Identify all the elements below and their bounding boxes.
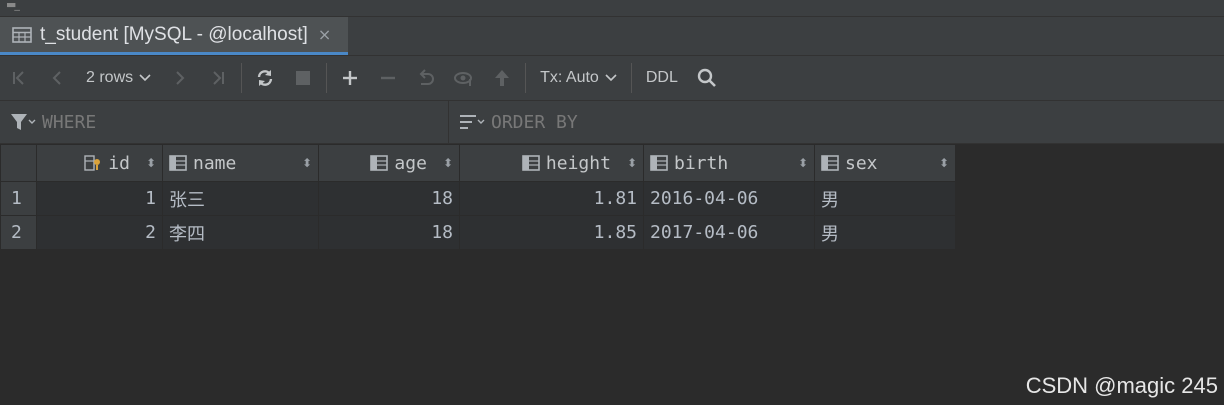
first-page-icon[interactable] bbox=[0, 56, 38, 100]
cell-name[interactable]: 张三 bbox=[162, 181, 319, 216]
sort-arrows-icon[interactable]: ⬍ bbox=[443, 156, 453, 170]
cell-height[interactable]: 1.81 bbox=[459, 181, 644, 216]
tab-title: t_student [MySQL - @localhost] bbox=[40, 23, 308, 45]
table-row: 1 1 张三 18 1.81 2016-04-06 男 bbox=[0, 181, 956, 216]
row-number[interactable]: 1 bbox=[0, 181, 37, 216]
column-name: birth bbox=[674, 152, 729, 174]
preview-pending-changes-icon[interactable] bbox=[445, 56, 483, 100]
toolbar-divider bbox=[241, 63, 243, 93]
sort-arrows-icon[interactable]: ⬍ bbox=[939, 156, 949, 170]
cell-sex[interactable]: 男 bbox=[814, 215, 956, 250]
column-header-birth[interactable]: birth ⬍ bbox=[643, 144, 815, 182]
column-header-id[interactable]: id ⬍ bbox=[36, 144, 163, 182]
stop-icon[interactable] bbox=[284, 56, 322, 100]
tab-t-student[interactable]: t_student [MySQL - @localhost] × bbox=[0, 17, 348, 55]
where-placeholder: WHERE bbox=[42, 111, 97, 133]
column-icon bbox=[522, 155, 540, 171]
ddl-button[interactable]: DDL bbox=[636, 56, 688, 100]
last-page-icon[interactable] bbox=[199, 56, 237, 100]
column-name: name bbox=[193, 152, 237, 174]
toolbar-divider bbox=[630, 63, 632, 93]
transaction-mode-label: Tx: Auto bbox=[540, 69, 599, 86]
cell-birth[interactable]: 2017-04-06 bbox=[643, 215, 815, 250]
column-icon bbox=[370, 155, 389, 171]
result-grid: id ⬍ name ⬍ age ⬍ height ⬍ birth ⬍ sex ⬍… bbox=[0, 144, 956, 250]
cell-age[interactable]: 18 bbox=[318, 215, 460, 250]
window-menu-icon: ▬ ̲ bbox=[6, 0, 20, 11]
row-number[interactable]: 2 bbox=[0, 215, 37, 250]
search-icon[interactable] bbox=[688, 56, 726, 100]
grid-toolbar: 2 rows Tx: Auto DDL bbox=[0, 56, 1224, 101]
rows-count-dropdown[interactable]: 2 rows bbox=[76, 56, 161, 100]
chevron-down-icon bbox=[139, 74, 151, 82]
rows-count-label: 2 rows bbox=[86, 69, 134, 86]
delete-row-icon[interactable] bbox=[369, 56, 407, 100]
cell-name[interactable]: 李四 bbox=[162, 215, 319, 250]
next-page-icon[interactable] bbox=[161, 56, 199, 100]
sort-arrows-icon[interactable]: ⬍ bbox=[627, 156, 637, 170]
column-icon bbox=[169, 155, 187, 171]
editor-tab-bar: t_student [MySQL - @localhost] × bbox=[0, 17, 1224, 56]
column-header-name[interactable]: name ⬍ bbox=[162, 144, 319, 182]
transaction-mode-dropdown[interactable]: Tx: Auto bbox=[530, 56, 627, 100]
order-by-input[interactable]: ORDER BY bbox=[449, 101, 1224, 143]
ddl-label: DDL bbox=[645, 69, 678, 86]
filter-bar: WHERE ORDER BY bbox=[0, 101, 1224, 144]
table-row: 2 2 李四 18 1.85 2017-04-06 男 bbox=[0, 215, 956, 250]
close-icon[interactable]: × bbox=[318, 25, 331, 44]
column-icon bbox=[821, 155, 839, 171]
where-filter-input[interactable]: WHERE bbox=[0, 101, 449, 143]
cell-id[interactable]: 2 bbox=[36, 215, 163, 250]
column-name: sex bbox=[845, 152, 878, 174]
add-row-icon[interactable] bbox=[331, 56, 369, 100]
column-header-sex[interactable]: sex ⬍ bbox=[814, 144, 956, 182]
sort-icon[interactable] bbox=[459, 113, 485, 131]
sort-arrows-icon[interactable]: ⬍ bbox=[146, 156, 156, 170]
primary-key-icon bbox=[84, 155, 101, 171]
toolbar-divider bbox=[525, 63, 527, 93]
cell-birth[interactable]: 2016-04-06 bbox=[643, 181, 815, 216]
cell-age[interactable]: 18 bbox=[318, 181, 460, 216]
sort-arrows-icon[interactable]: ⬍ bbox=[798, 156, 808, 170]
order-by-placeholder: ORDER BY bbox=[491, 111, 578, 133]
column-header-height[interactable]: height ⬍ bbox=[459, 144, 644, 182]
grid-header-row: id ⬍ name ⬍ age ⬍ height ⬍ birth ⬍ sex ⬍ bbox=[0, 144, 956, 182]
chevron-down-icon bbox=[605, 74, 617, 82]
filter-icon[interactable] bbox=[10, 113, 36, 131]
window-top-strip: ▬ ̲ bbox=[0, 0, 1224, 17]
column-header-age[interactable]: age ⬍ bbox=[318, 144, 460, 182]
column-name: id bbox=[108, 152, 130, 174]
submit-icon[interactable] bbox=[483, 56, 521, 100]
toolbar-divider bbox=[326, 63, 328, 93]
cell-sex[interactable]: 男 bbox=[814, 181, 956, 216]
cell-id[interactable]: 1 bbox=[36, 181, 163, 216]
sort-arrows-icon[interactable]: ⬍ bbox=[302, 156, 312, 170]
column-icon bbox=[650, 155, 668, 171]
revert-icon[interactable] bbox=[407, 56, 445, 100]
previous-page-icon[interactable] bbox=[38, 56, 76, 100]
row-number-header bbox=[0, 144, 37, 182]
column-name: height bbox=[545, 152, 611, 174]
refresh-icon[interactable] bbox=[246, 56, 284, 100]
cell-height[interactable]: 1.85 bbox=[459, 215, 644, 250]
watermark: CSDN @magic 245 bbox=[1025, 373, 1218, 398]
table-icon bbox=[12, 26, 32, 43]
column-name: age bbox=[394, 152, 427, 174]
